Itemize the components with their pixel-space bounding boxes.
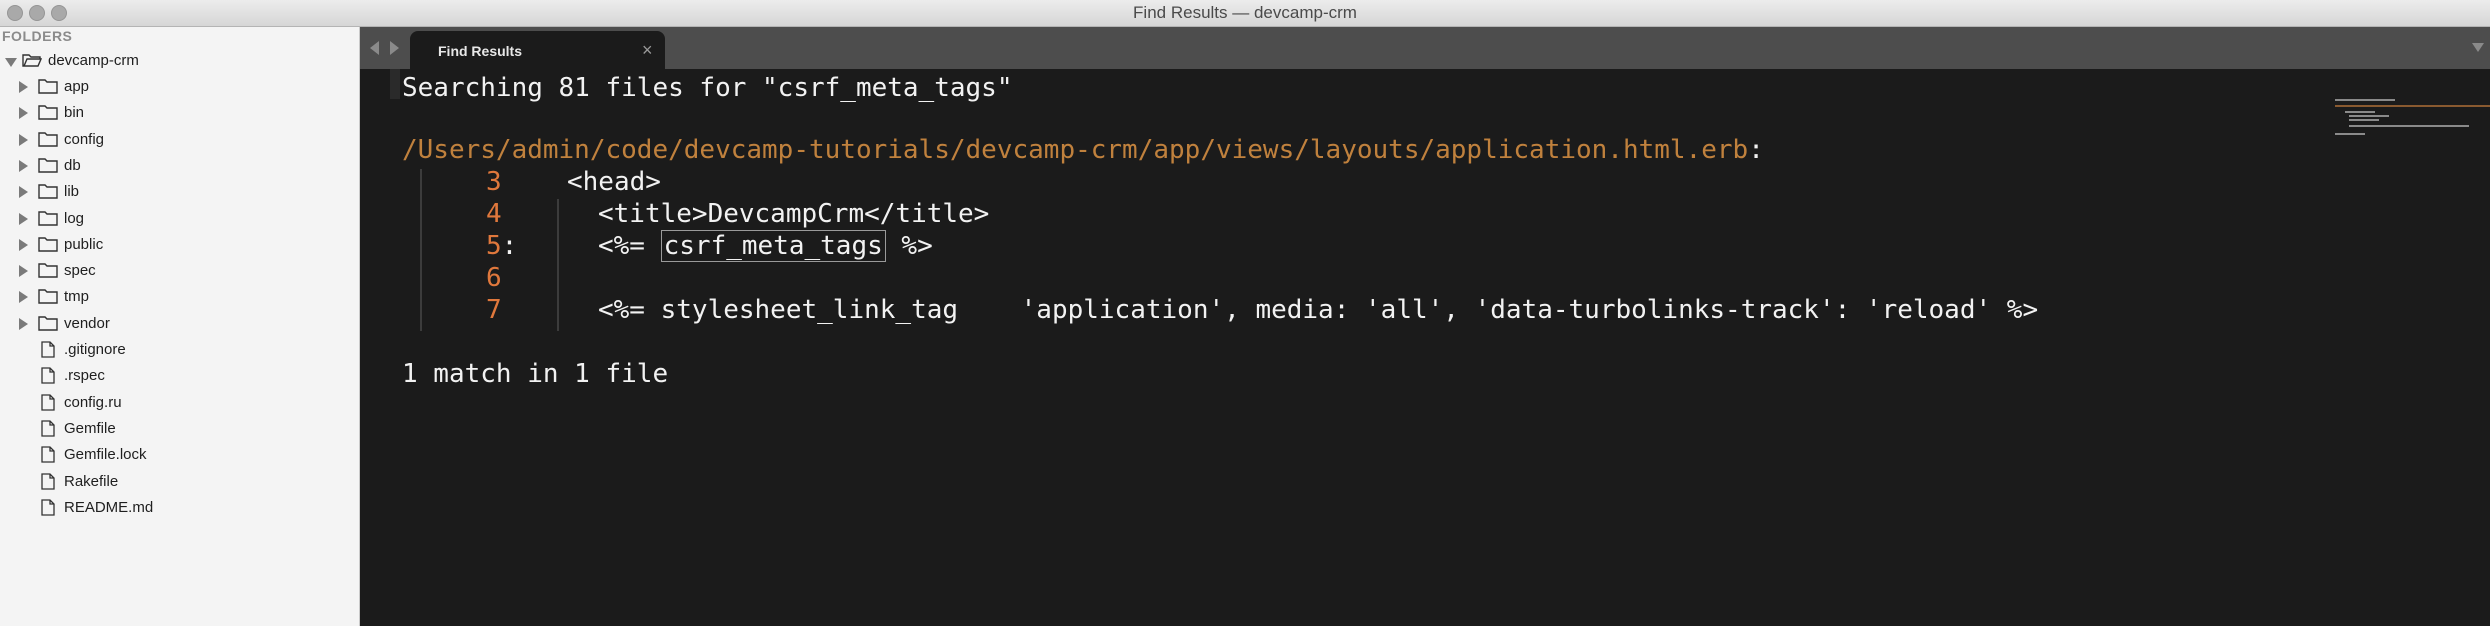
tree-folder-app[interactable]: app — [0, 75, 359, 99]
tree-folder-tmp[interactable]: tmp — [0, 285, 359, 309]
folder-icon — [38, 131, 58, 151]
code-line: <title>DevcampCrm</title> — [598, 199, 990, 229]
tree-file-item[interactable]: Gemfile.lock — [0, 443, 359, 467]
close-icon[interactable]: × — [642, 40, 653, 61]
tab-scroll-right-icon[interactable] — [390, 41, 399, 55]
tree-root-folder[interactable]: devcamp-crm — [0, 49, 359, 73]
file-icon — [41, 499, 55, 520]
chevron-right-icon[interactable] — [19, 186, 28, 198]
tree-file-item[interactable]: Gemfile — [0, 417, 359, 441]
indent-guide — [557, 199, 559, 331]
line-number: 3 — [486, 167, 502, 197]
folder-icon — [38, 210, 58, 230]
folder-icon — [38, 183, 58, 203]
file-icon — [41, 473, 55, 494]
tab-dropdown-icon[interactable] — [2472, 43, 2484, 52]
tree-file-label: README.md — [64, 499, 154, 516]
tree-file-item[interactable]: .gitignore — [0, 338, 359, 362]
tree-file-item[interactable]: .rspec — [0, 364, 359, 388]
tree-file-item[interactable]: Rakefile — [0, 470, 359, 494]
file-icon — [41, 446, 55, 467]
tab-label: Find Results — [438, 43, 523, 59]
tree-file-label: Gemfile — [64, 420, 116, 437]
folder-icon — [38, 78, 58, 98]
tree-file-item[interactable]: README.md — [0, 496, 359, 520]
title-bar: Find Results — devcamp-crm — [0, 0, 2490, 27]
tree-folder-lib[interactable]: lib — [0, 180, 359, 204]
chevron-right-icon[interactable] — [19, 239, 28, 251]
indent-guide — [420, 169, 422, 331]
search-summary: Searching 81 files for "csrf_meta_tags" — [402, 73, 1013, 103]
find-results-view[interactable]: Searching 81 files for "csrf_meta_tags" … — [360, 69, 2490, 626]
file-icon — [41, 367, 55, 388]
tree-folder-spec[interactable]: spec — [0, 259, 359, 283]
tree-folder-vendor[interactable]: vendor — [0, 312, 359, 336]
tree-folder-label: app — [64, 78, 90, 95]
tab-bar: Find Results × — [360, 27, 2490, 69]
tree-root-label: devcamp-crm — [48, 52, 139, 69]
tree-file-label: .gitignore — [64, 341, 126, 358]
tree-folder-label: public — [64, 236, 104, 253]
chevron-right-icon[interactable] — [19, 318, 28, 330]
file-path-text: /Users/admin/code/devcamp-tutorials/devc… — [402, 135, 1749, 165]
folder-icon — [38, 104, 58, 124]
file-icon — [41, 420, 55, 441]
result-file-path[interactable]: /Users/admin/code/devcamp-tutorials/devc… — [402, 135, 1764, 165]
file-path-suffix: : — [1748, 135, 1764, 165]
line-number: 5: — [486, 231, 518, 261]
results-footer: 1 match in 1 file — [402, 359, 669, 389]
tree-folder-label: lib — [64, 183, 80, 200]
tree-file-label: config.ru — [64, 394, 122, 411]
tree-folder-label: db — [64, 157, 81, 174]
file-icon — [41, 394, 55, 415]
tab-find-results[interactable]: Find Results × — [410, 31, 665, 69]
tree-folder-label: tmp — [64, 288, 90, 305]
folders-header: FOLDERS — [2, 28, 73, 44]
tree-file-item[interactable]: config.ru — [0, 391, 359, 415]
tree-folder-label: config — [64, 131, 105, 148]
tree-folder-db[interactable]: db — [0, 154, 359, 178]
chevron-down-icon[interactable] — [5, 58, 17, 67]
tree-folder-bin[interactable]: bin — [0, 101, 359, 125]
tab-scroll-left-icon[interactable] — [370, 41, 379, 55]
code-line: <head> — [567, 167, 661, 197]
chevron-right-icon[interactable] — [19, 134, 28, 146]
chevron-right-icon[interactable] — [19, 213, 28, 225]
sidebar: FOLDERS devcamp-crm app bin config db lib log… — [0, 27, 360, 626]
minimap[interactable] — [2335, 99, 2490, 139]
window-title: Find Results — devcamp-crm — [1133, 3, 1357, 22]
tree-file-label: .rspec — [64, 367, 105, 384]
tree-folder-label: bin — [64, 104, 85, 121]
tree-folder-public[interactable]: public — [0, 233, 359, 257]
folder-icon — [38, 262, 58, 282]
chevron-right-icon[interactable] — [19, 160, 28, 172]
file-icon — [41, 341, 55, 362]
line-number: 7 — [486, 295, 502, 325]
chevron-right-icon[interactable] — [19, 81, 28, 93]
tree-folder-label: log — [64, 210, 85, 227]
folder-icon — [38, 315, 58, 335]
match-highlight[interactable]: csrf_meta_tags — [660, 230, 886, 262]
tree-folder-label: vendor — [64, 315, 110, 332]
folder-icon — [38, 288, 58, 308]
tree-folder-log[interactable]: log — [0, 207, 359, 231]
line-number: 6 — [486, 263, 502, 293]
gutter-current-line — [390, 69, 400, 99]
folder-icon — [38, 236, 58, 256]
chevron-right-icon[interactable] — [19, 291, 28, 303]
code-line: <%= stylesheet_link_tag 'application', m… — [598, 295, 2039, 325]
tree-file-label: Gemfile.lock — [64, 446, 147, 463]
chevron-right-icon[interactable] — [19, 107, 28, 119]
chevron-right-icon[interactable] — [19, 265, 28, 277]
tree-folder-config[interactable]: config — [0, 128, 359, 152]
folder-icon — [38, 157, 58, 177]
line-number: 4 — [486, 199, 502, 229]
tree-folder-label: spec — [64, 262, 96, 279]
code-line-match: <%= csrf_meta_tags %> — [598, 230, 933, 262]
editor-area: Find Results × Searching 81 files for "c… — [360, 27, 2490, 626]
folder-open-icon — [22, 54, 42, 67]
tree-file-label: Rakefile — [64, 473, 119, 490]
